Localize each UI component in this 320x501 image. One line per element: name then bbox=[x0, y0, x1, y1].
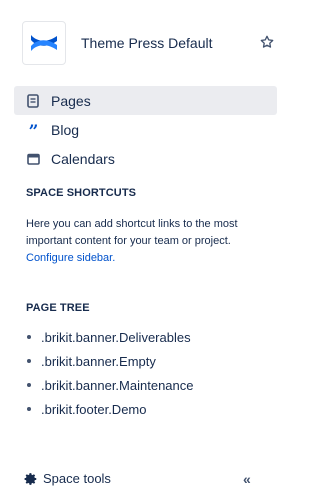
sidebar-footer: Space tools « bbox=[0, 462, 280, 501]
space-shortcuts-heading: SPACE SHORTCUTS bbox=[26, 187, 137, 199]
sidebar-item-label: Calendars bbox=[51, 150, 115, 167]
gear-icon bbox=[24, 472, 37, 485]
page-icon bbox=[26, 93, 40, 108]
page-tree-item-label: .brikit.banner.Deliverables bbox=[41, 329, 191, 345]
page-tree-item[interactable]: .brikit.banner.Empty bbox=[26, 349, 266, 373]
bullet-icon bbox=[27, 407, 31, 411]
star-icon[interactable] bbox=[258, 33, 276, 51]
page-tree-item[interactable]: .brikit.banner.Deliverables bbox=[26, 325, 266, 349]
page-tree: .brikit.banner.Deliverables .brikit.bann… bbox=[26, 325, 266, 421]
space-name[interactable]: Theme Press Default bbox=[81, 35, 213, 51]
blog-quote-icon: ” bbox=[28, 122, 39, 142]
bullet-icon bbox=[27, 359, 31, 363]
space-tools-button[interactable]: Space tools bbox=[24, 471, 111, 486]
space-tools-label: Space tools bbox=[43, 471, 111, 486]
page-tree-item-label: .brikit.banner.Empty bbox=[41, 353, 156, 369]
sidebar-item-calendars[interactable]: Calendars bbox=[14, 144, 277, 173]
sidebar-item-blog[interactable]: ” Blog bbox=[14, 115, 277, 144]
page-tree-item-label: .brikit.banner.Maintenance bbox=[41, 377, 194, 393]
configure-sidebar-link[interactable]: Configure sidebar. bbox=[26, 252, 115, 264]
space-sidebar: Theme Press Default Pages ” Blog Calenda… bbox=[0, 0, 280, 501]
sidebar-item-label: Pages bbox=[51, 92, 91, 109]
page-tree-item[interactable]: .brikit.banner.Maintenance bbox=[26, 373, 266, 397]
bullet-icon bbox=[27, 335, 31, 339]
page-tree-heading: PAGE TREE bbox=[26, 302, 90, 314]
page-tree-item[interactable]: .brikit.footer.Demo bbox=[26, 397, 266, 421]
calendar-icon bbox=[26, 152, 40, 166]
sidebar-nav: Pages ” Blog Calendars bbox=[14, 86, 277, 173]
confluence-logo-icon[interactable] bbox=[22, 21, 66, 65]
page-tree-item-label: .brikit.footer.Demo bbox=[41, 401, 147, 417]
space-shortcuts-description: Here you can add shortcut links to the m… bbox=[26, 216, 262, 267]
collapse-sidebar-button[interactable]: « bbox=[243, 471, 251, 487]
bullet-icon bbox=[27, 383, 31, 387]
sidebar-item-label: Blog bbox=[51, 121, 80, 138]
space-header: Theme Press Default bbox=[22, 20, 274, 66]
shortcuts-help-text: Here you can add shortcut links to the m… bbox=[26, 218, 238, 247]
sidebar-item-pages[interactable]: Pages bbox=[14, 86, 277, 115]
